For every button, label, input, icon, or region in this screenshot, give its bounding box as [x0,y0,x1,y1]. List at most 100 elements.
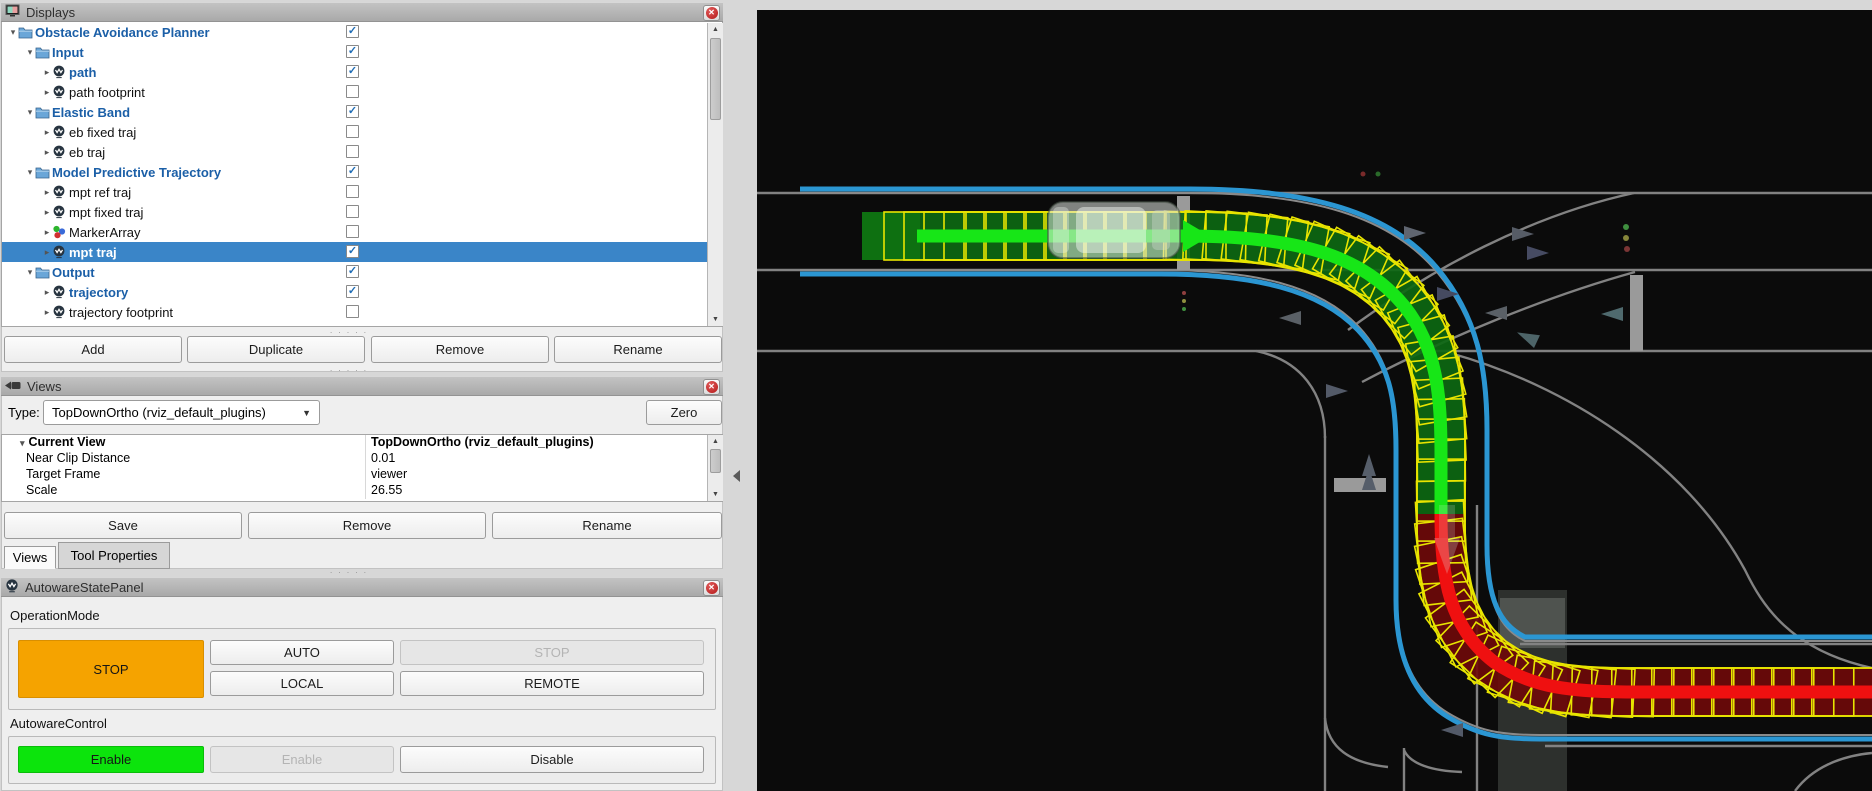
expander-icon[interactable]: ▸ [42,207,52,218]
displays-icon [5,4,20,20]
trajectory-start-block [862,212,920,260]
visibility-checkbox[interactable] [346,205,359,218]
duplicate-button[interactable]: Duplicate [187,336,365,363]
scroll-up-icon[interactable]: ▲ [708,435,723,448]
views-close-icon[interactable]: ✕ [703,379,720,395]
visibility-checkbox[interactable]: ✓ [346,65,359,78]
tab-tool-properties[interactable]: Tool Properties [58,542,170,569]
expander-icon[interactable]: ▸ [42,227,52,238]
visibility-checkbox[interactable]: ✓ [346,245,359,258]
expander-icon[interactable]: ▾ [25,47,35,58]
expander-icon[interactable]: ▸ [42,147,52,158]
visibility-checkbox[interactable]: ✓ [346,45,359,58]
tree-item-eb-fixed-traj[interactable]: ▸eb fixed traj [2,122,722,142]
tree-item-path[interactable]: ▸path✓ [2,62,722,82]
scroll-down-icon[interactable]: ▼ [708,313,723,326]
tree-item-elastic-band[interactable]: ▾Elastic Band✓ [2,102,722,122]
expander-icon[interactable]: ▸ [42,247,52,258]
visibility-checkbox[interactable] [346,85,359,98]
expander-icon[interactable]: ▸ [42,187,52,198]
view-property-row[interactable]: Scale26.55 [2,483,722,499]
remote-button[interactable]: REMOTE [400,671,704,696]
tree-item-mpt-fixed-traj[interactable]: ▸mpt fixed traj [2,202,722,222]
autoware-icon [52,125,69,139]
current-view-table[interactable]: ▾Current ViewTopDownOrtho (rviz_default_… [1,434,723,502]
visibility-checkbox[interactable]: ✓ [346,105,359,118]
control-state-indicator: Enable [18,746,204,773]
visibility-checkbox[interactable]: ✓ [346,165,359,178]
autoware-close-icon[interactable]: ✕ [703,580,720,596]
displays-tree[interactable]: ▾Obstacle Avoidance Planner✓▾Input✓▸path… [1,22,723,327]
visibility-checkbox[interactable]: ✓ [346,25,359,38]
rviz-3d-viewport[interactable] [757,10,1872,791]
scroll-down-icon[interactable]: ▼ [708,488,723,501]
zero-button[interactable]: Zero [646,400,722,425]
dock-collapse-arrow[interactable] [733,470,740,482]
local-button[interactable]: LOCAL [210,671,394,696]
displays-titlebar[interactable]: Displays ✕ [1,2,723,22]
folder-icon [35,266,52,279]
expander-icon[interactable]: ▾ [25,167,35,178]
splitter-handle[interactable]: . . . . . [330,326,368,335]
views-table-scrollbar[interactable]: ▲ ▼ [707,435,723,501]
expander-icon[interactable]: ▸ [42,287,52,298]
view-type-select[interactable]: TopDownOrtho (rviz_default_plugins) ▼ [43,400,320,425]
views-titlebar[interactable]: Views ✕ [1,376,723,396]
view-property-row[interactable]: ▾Current ViewTopDownOrtho (rviz_default_… [2,435,722,451]
displays-tree-scrollbar[interactable]: ▲ ▼ [707,23,723,326]
view-type-value: TopDownOrtho (rviz_default_plugins) [52,405,302,420]
disable-button[interactable]: Disable [400,746,704,773]
view-property-row[interactable]: Near Clip Distance0.01 [2,451,722,467]
autoware-control-label: AutowareControl [10,716,107,731]
tree-item-trajectory-footprint[interactable]: ▸trajectory footprint [2,302,722,322]
tree-item-path-footprint[interactable]: ▸path footprint [2,82,722,102]
visibility-checkbox[interactable] [346,145,359,158]
expander-icon[interactable]: ▸ [42,307,52,318]
add-button[interactable]: Add [4,336,182,363]
tree-item-mpt-traj[interactable]: ▸mpt traj✓ [2,242,722,262]
visibility-checkbox[interactable] [346,225,359,238]
visibility-checkbox[interactable]: ✓ [346,265,359,278]
tree-item-model-predictive-trajectory[interactable]: ▾Model Predictive Trajectory✓ [2,162,722,182]
rename-view-button[interactable]: Rename [492,512,722,539]
visibility-checkbox[interactable] [346,185,359,198]
tree-item-output[interactable]: ▾Output✓ [2,262,722,282]
expander-icon[interactable]: ▸ [42,127,52,138]
tree-item-markerarray[interactable]: ▸MarkerArray [2,222,722,242]
expander-icon[interactable]: ▾ [8,27,18,38]
view-property-row[interactable]: Target Frameviewer [2,467,722,483]
expander-icon[interactable]: ▾ [25,107,35,118]
tree-item-obstacle-avoidance-planner[interactable]: ▾Obstacle Avoidance Planner✓ [2,22,722,42]
splitter-handle[interactable]: . . . . . [330,566,368,575]
autoware-title: AutowareStatePanel [25,580,144,595]
scroll-up-icon[interactable]: ▲ [708,23,723,36]
autoware-icon [52,305,69,319]
tree-item-trajectory[interactable]: ▸trajectory✓ [2,282,722,302]
expander-icon[interactable]: ▾ [25,267,35,278]
tree-item-eb-traj[interactable]: ▸eb traj [2,142,722,162]
visibility-checkbox[interactable] [346,305,359,318]
splitter-handle[interactable]: . . . . . [330,364,368,373]
chevron-down-icon: ▼ [302,408,311,418]
views-icon [5,379,21,394]
autoware-titlebar[interactable]: AutowareStatePanel ✕ [1,577,723,597]
save-view-button[interactable]: Save [4,512,242,539]
remove-view-button[interactable]: Remove [248,512,486,539]
visibility-checkbox[interactable]: ✓ [346,285,359,298]
autoware-logo-icon [5,579,19,596]
stop-button[interactable]: STOP [400,640,704,665]
tree-item-input[interactable]: ▾Input✓ [2,42,722,62]
folder-icon [35,106,52,119]
displays-close-icon[interactable]: ✕ [703,5,720,21]
visibility-checkbox[interactable] [346,125,359,138]
tab-views[interactable]: Views [4,546,56,569]
enable-button[interactable]: Enable [210,746,394,773]
rename-display-button[interactable]: Rename [554,336,722,363]
autoware-icon [52,85,69,99]
tree-item-mpt-ref-traj[interactable]: ▸mpt ref traj [2,182,722,202]
remove-display-button[interactable]: Remove [371,336,549,363]
expander-icon[interactable]: ▸ [42,67,52,78]
expander-icon[interactable]: ▸ [42,87,52,98]
auto-button[interactable]: AUTO [210,640,394,665]
autoware-icon [52,205,69,219]
